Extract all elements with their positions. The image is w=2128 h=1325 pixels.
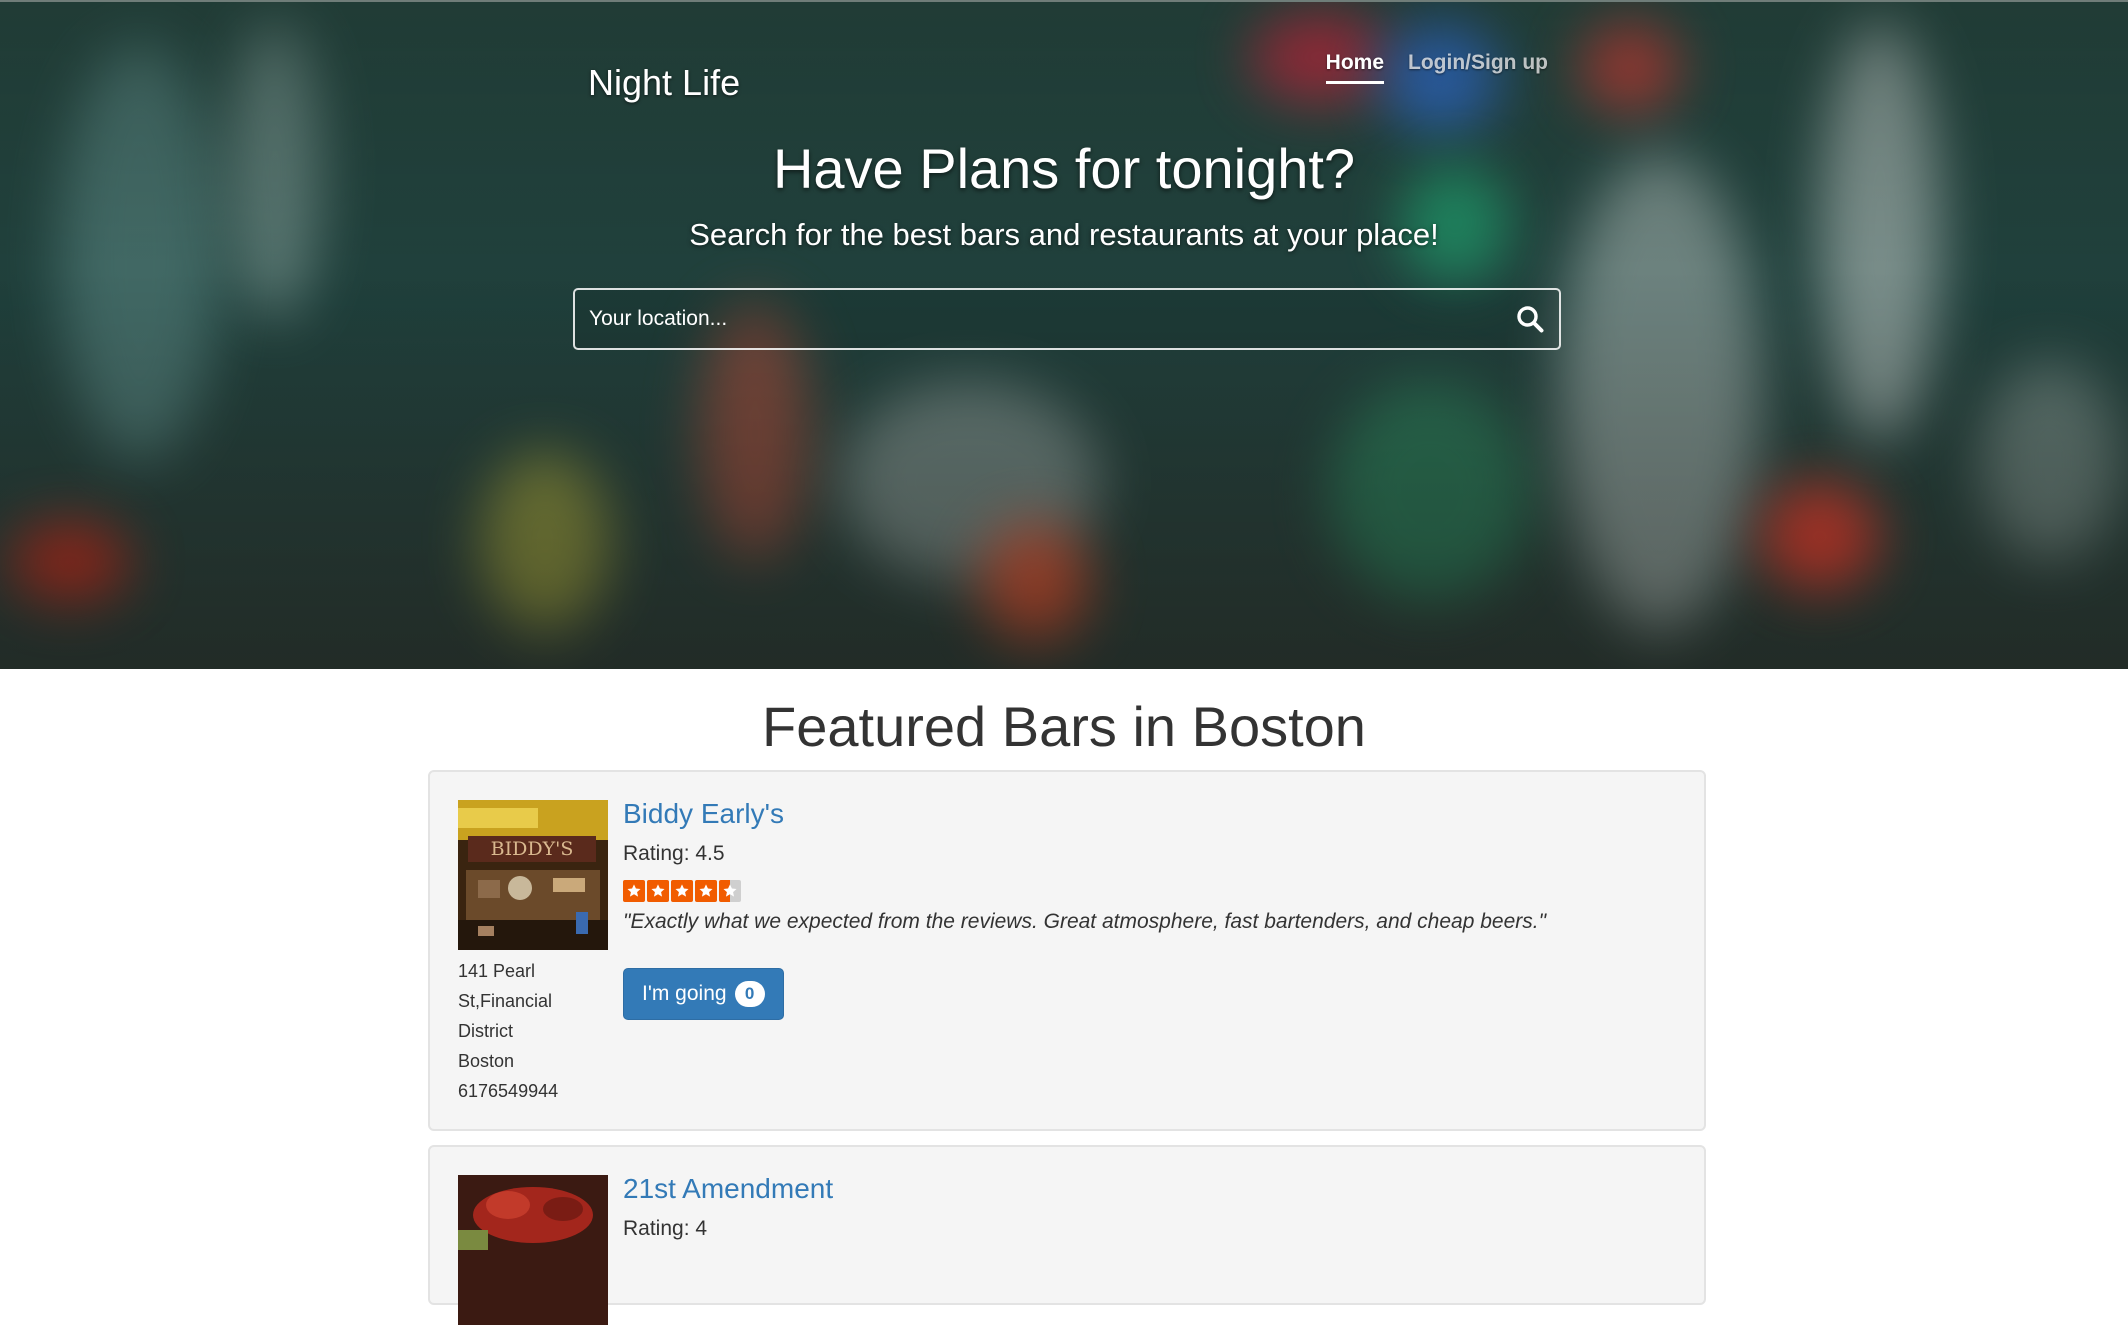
bar-review-quote: "Exactly what we expected from the revie… — [623, 910, 1547, 933]
bar-address: 141 Pearl St,Financial District Boston 6… — [458, 956, 568, 1106]
im-going-label: I'm going — [642, 982, 727, 1005]
thumb-sign-text: BIDDY'S — [491, 838, 574, 860]
bar-card: 21st Amendment Rating: 4 — [428, 1145, 1706, 1325]
bar-name-link[interactable]: 21st Amendment — [623, 1173, 833, 1205]
star-icon — [671, 880, 693, 902]
half-star-icon — [719, 880, 741, 902]
star-icon — [695, 880, 717, 902]
address-line: District — [458, 1021, 513, 1041]
nav-home[interactable]: Home — [1325, 51, 1385, 84]
im-going-button[interactable]: I'm going 0 — [623, 968, 784, 1020]
address-line: 141 Pearl — [458, 961, 536, 981]
bar-name-link[interactable]: Biddy Early's — [623, 798, 784, 830]
address-line: Boston — [458, 1051, 515, 1071]
hero-title: Have Plans for tonight? — [772, 137, 1356, 200]
bar-rating: Rating: 4.5 — [623, 842, 725, 865]
section-title: Featured Bars in Boston — [762, 695, 1366, 758]
rating-stars — [623, 880, 741, 902]
bar-rating: Rating: 4 — [623, 1217, 708, 1240]
bar-thumbnail[interactable] — [458, 1175, 608, 1325]
search-icon[interactable] — [1515, 304, 1545, 334]
bar-phone: 6176549944 — [458, 1081, 559, 1101]
nav-login-signup[interactable]: Login/Sign up — [1408, 51, 1548, 84]
location-search — [573, 288, 1561, 350]
brand-logo[interactable]: Night Life — [588, 62, 740, 104]
address-line: St,Financial — [458, 991, 553, 1011]
top-nav: Home Login/Sign up — [1325, 51, 1548, 84]
location-input[interactable] — [575, 290, 1503, 348]
star-icon — [647, 880, 669, 902]
star-icon — [623, 880, 645, 902]
bar-card: BIDDY'S 141 Pearl St,Financial District … — [428, 770, 1706, 1131]
going-count-badge: 0 — [734, 981, 765, 1007]
bar-thumbnail[interactable]: BIDDY'S — [458, 800, 608, 950]
hero-section: Night Life Home Login/Sign up Have Plans… — [0, 0, 2128, 669]
hero-subtitle: Search for the best bars and restaurants… — [689, 217, 1439, 252]
